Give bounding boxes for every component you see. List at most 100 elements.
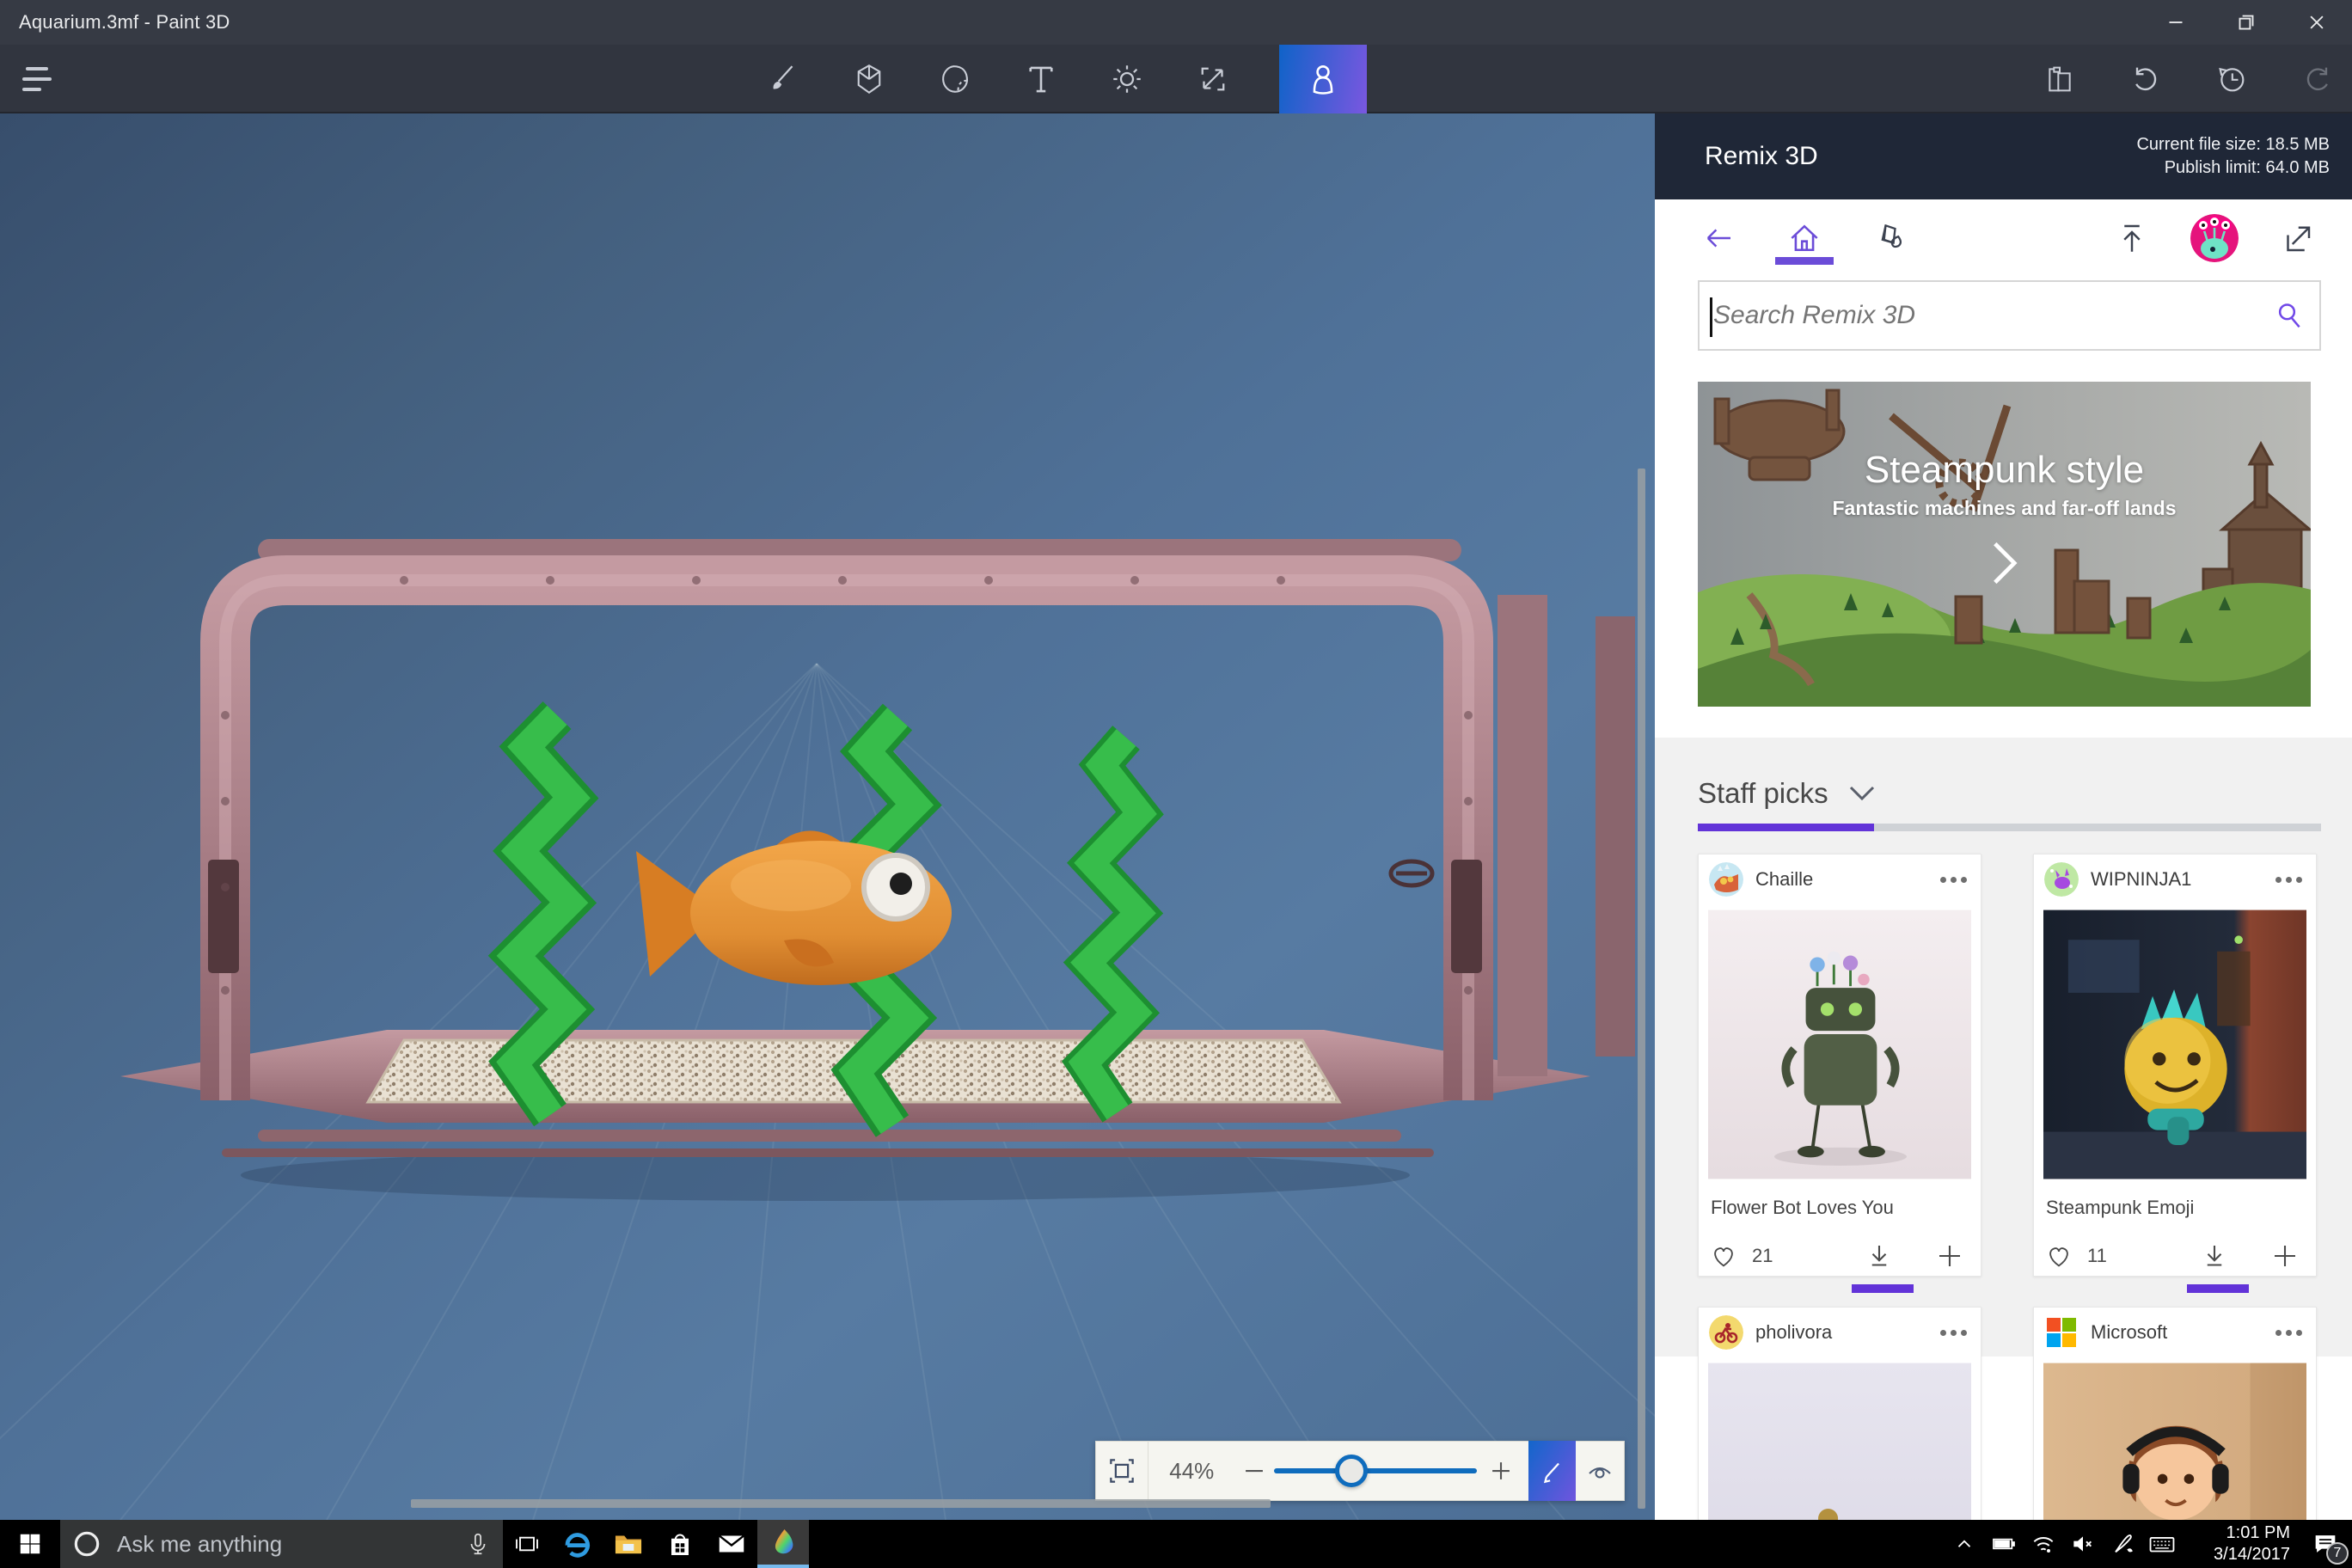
model-card[interactable]: pholivora <box>1698 1307 1981 1520</box>
pen-icon[interactable] <box>2103 1520 2142 1568</box>
restore-button[interactable] <box>2211 0 2282 45</box>
card-image-pholivora[interactable] <box>1708 1357 1971 1520</box>
taskbar-file-explorer-icon[interactable] <box>603 1520 654 1568</box>
titlebar: Aquarium.3mf - Paint 3D <box>0 0 2352 45</box>
paste-icon[interactable] <box>2041 45 2079 113</box>
volume-muted-icon[interactable] <box>2063 1520 2103 1568</box>
battery-icon[interactable] <box>1984 1520 2024 1568</box>
minimize-button[interactable] <box>2141 0 2211 45</box>
model-card[interactable]: Chaille Flower Bot Loves You 21 <box>1698 854 1981 1293</box>
card-author: Microsoft <box>2091 1321 2168 1343</box>
author-avatar[interactable] <box>1709 862 1743 897</box>
card-image-steampunk-emoji[interactable] <box>2043 904 2306 1185</box>
more-options-icon[interactable] <box>1940 876 1946 883</box>
more-options-icon[interactable] <box>2275 876 2282 883</box>
search-icon[interactable] <box>2259 298 2319 333</box>
heart-icon[interactable] <box>1709 1241 1738 1271</box>
touch-keyboard-icon[interactable] <box>2142 1520 2182 1568</box>
card-author: pholivora <box>1755 1321 1833 1343</box>
taskbar-store-icon[interactable] <box>654 1520 706 1568</box>
author-avatar[interactable] <box>2044 862 2079 897</box>
remix-search[interactable] <box>1698 280 2321 351</box>
zoom-out-button[interactable] <box>1234 1456 1274 1485</box>
undo-icon[interactable] <box>2127 45 2165 113</box>
action-center-icon[interactable]: 7 <box>2299 1520 2352 1568</box>
model-card[interactable]: WIPNINJA1 Steampunk Emoji 11 <box>2033 854 2317 1293</box>
drawing-mode-button[interactable] <box>1528 1441 1577 1501</box>
fit-to-screen-icon[interactable] <box>1096 1441 1149 1501</box>
chevron-down-icon <box>1849 786 1874 801</box>
section-underline <box>1698 824 2321 831</box>
zoom-controls: 44% <box>1095 1441 1625 1501</box>
start-button[interactable] <box>0 1520 60 1568</box>
more-options-icon[interactable] <box>1940 1329 1946 1336</box>
history-icon[interactable] <box>2213 45 2251 113</box>
heart-icon[interactable] <box>2044 1241 2073 1271</box>
mixed-reality-view-icon[interactable] <box>1576 1441 1624 1501</box>
banner-title: Steampunk style <box>1864 449 2145 491</box>
cortana-search[interactable] <box>60 1520 503 1568</box>
upload-icon[interactable] <box>2111 211 2153 265</box>
microsoft-logo[interactable] <box>2044 1315 2079 1350</box>
fish[interactable] <box>636 830 952 985</box>
3d-shapes-tool-icon[interactable] <box>849 45 889 113</box>
canvas-3d-viewport[interactable]: 44% <box>0 113 1655 1520</box>
effects-tool-icon[interactable] <box>1107 45 1147 113</box>
zoom-slider-thumb[interactable] <box>1334 1455 1368 1487</box>
download-progress <box>2187 1284 2249 1293</box>
date: 3/14/2017 <box>2214 1545 2290 1564</box>
text-tool-icon[interactable] <box>1021 45 1061 113</box>
taskbar-search-input[interactable] <box>117 1530 465 1558</box>
share-icon[interactable] <box>2276 211 2318 265</box>
add-to-project-icon[interactable] <box>1934 1240 1965 1271</box>
publish-limit: Publish limit: 64.0 MB <box>2164 158 2330 177</box>
microphone-icon[interactable] <box>465 1531 491 1557</box>
download-icon[interactable] <box>1864 1240 1895 1271</box>
card-image-microsoft-character[interactable] <box>2043 1357 2306 1520</box>
banner-next-icon[interactable] <box>1698 539 2311 587</box>
home-tab-icon[interactable] <box>1775 211 1834 265</box>
taskbar-mail-icon[interactable] <box>706 1520 757 1568</box>
card-image-flower-bot[interactable] <box>1708 904 1971 1185</box>
staff-picks-dropdown[interactable]: Staff picks <box>1698 777 2321 810</box>
stickers-tool-icon[interactable] <box>935 45 975 113</box>
wifi-icon[interactable] <box>2024 1520 2063 1568</box>
task-view-button[interactable] <box>503 1520 551 1568</box>
aquarium-scene <box>0 539 1655 1520</box>
add-to-project-icon[interactable] <box>2269 1240 2300 1271</box>
taskbar-paint3d-icon[interactable] <box>757 1520 809 1568</box>
text-cursor <box>1710 297 1712 337</box>
banner-subtitle: Fantastic machines and far-off lands <box>1832 497 2177 519</box>
remix-panel-title: Remix 3D <box>1705 142 1818 170</box>
vertical-scrollbar[interactable] <box>1638 469 1645 1509</box>
my-models-tab-icon[interactable] <box>1870 211 1911 265</box>
close-button[interactable] <box>2282 0 2352 45</box>
canvas-tool-icon[interactable] <box>1193 45 1233 113</box>
zoom-slider[interactable] <box>1274 1441 1478 1501</box>
remix-nav <box>1698 211 2318 265</box>
more-options-icon[interactable] <box>2275 1329 2282 1336</box>
search-input[interactable] <box>1700 301 2259 330</box>
remix-panel-header: Remix 3D Current file size: 18.5 MB Publ… <box>1655 113 2352 199</box>
taskbar: 1:01 PM 3/14/2017 7 <box>0 1520 2352 1568</box>
brush-tool-icon[interactable] <box>763 45 803 113</box>
user-avatar[interactable] <box>2190 214 2239 262</box>
remix-3d-tool-icon[interactable] <box>1279 45 1367 113</box>
download-progress <box>1852 1284 1914 1293</box>
zoom-in-button[interactable] <box>1477 1456 1525 1485</box>
back-icon[interactable] <box>1698 211 1739 265</box>
window-title: Aquarium.3mf - Paint 3D <box>19 11 230 33</box>
cortana-icon <box>74 1531 100 1557</box>
tray-chevron-icon[interactable] <box>1945 1520 1984 1568</box>
taskbar-edge-icon[interactable] <box>551 1520 603 1568</box>
model-card[interactable]: Microsoft <box>2033 1307 2317 1520</box>
card-author: Chaille <box>1755 868 1814 890</box>
download-icon[interactable] <box>2199 1240 2230 1271</box>
card-title: Steampunk Emoji <box>2046 1197 2195 1218</box>
menu-icon[interactable] <box>21 60 62 98</box>
steampunk-banner[interactable]: Steampunk style Fantastic machines and f… <box>1698 382 2311 707</box>
clock[interactable]: 1:01 PM 3/14/2017 <box>2190 1522 2290 1565</box>
author-avatar[interactable] <box>1709 1315 1743 1350</box>
horizontal-scrollbar[interactable] <box>411 1499 1271 1508</box>
staff-picks-title: Staff picks <box>1698 777 1828 809</box>
